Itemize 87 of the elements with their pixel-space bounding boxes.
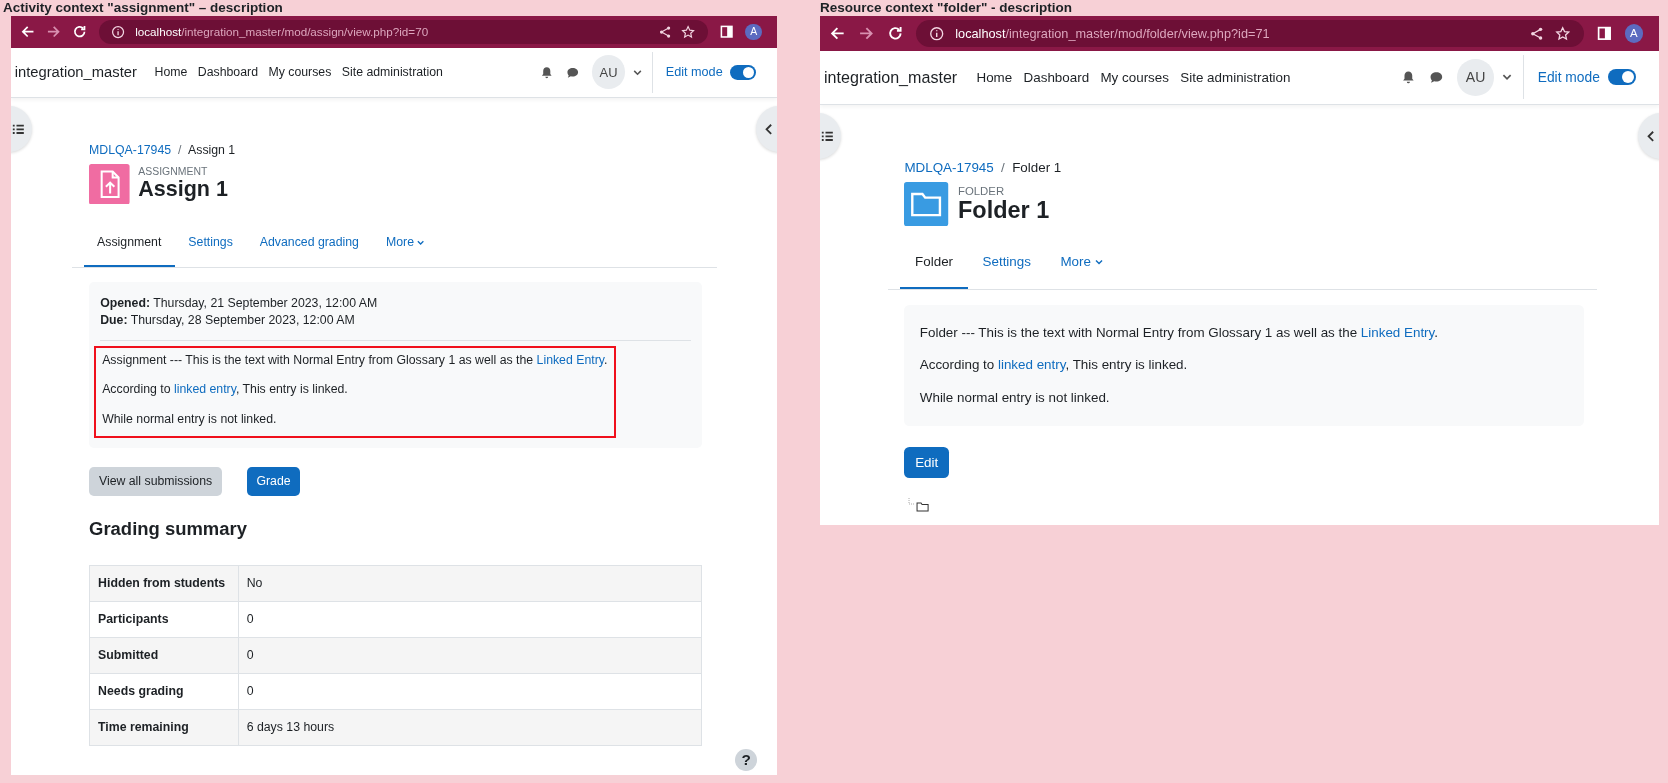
side-panel-icon[interactable]	[718, 24, 735, 40]
breadcrumb-link[interactable]: MDLQA-17945	[904, 159, 994, 175]
forward-arrow-icon[interactable]	[46, 24, 62, 40]
nav-link[interactable]: Dashboard	[197, 65, 258, 80]
table-header-cell: Time remaining	[89, 709, 239, 746]
table-header-cell: Needs grading	[89, 673, 239, 710]
bell-icon[interactable]	[540, 65, 554, 79]
description-paragraph: While normal entry is not linked.	[102, 411, 278, 427]
tab[interactable]: Advanced grading	[246, 222, 373, 268]
side-panel-icon[interactable]	[1595, 25, 1613, 42]
table-cell: 0	[238, 637, 702, 674]
tab[interactable]: Settings	[967, 241, 1046, 289]
reload-icon[interactable]	[72, 24, 88, 40]
breadcrumb-link[interactable]: MDLQA-17945	[89, 143, 172, 158]
description-paragraph: According to linked entry, This entry is linked.	[102, 382, 349, 398]
breadcrumb-current: Assign 1	[188, 143, 236, 158]
tab[interactable]: Folder	[900, 241, 968, 289]
page-title: Assign 1	[138, 177, 228, 202]
table-cell: 0	[238, 601, 702, 638]
glossary-link[interactable]: linked entry	[173, 382, 236, 397]
tab[interactable]: Assignment	[83, 222, 175, 268]
star-icon[interactable]	[681, 24, 696, 40]
user-avatar[interactable]: AU	[591, 55, 626, 90]
nav-link[interactable]: My courses	[268, 65, 332, 80]
share-icon[interactable]	[1528, 25, 1545, 42]
date-line: Due: Thursday, 28 September 2023, 12:00 AM	[100, 312, 356, 330]
edit-mode-toggle[interactable]	[1608, 69, 1637, 86]
address-bar[interactable]: localhost/integration_master/mod/assign/view.php?id=70	[98, 19, 708, 45]
table-header-cell: Participants	[89, 601, 239, 638]
folder-tree-icon[interactable]	[907, 496, 932, 513]
activity-type-label: FOLDER	[958, 184, 1006, 197]
bell-icon[interactable]	[1401, 69, 1416, 85]
info-icon[interactable]	[929, 25, 945, 42]
table-cell: No	[238, 565, 702, 602]
primary-button[interactable]: Grade	[246, 467, 301, 496]
nav-link[interactable]: Site administration	[341, 65, 443, 80]
tab[interactable]: Settings	[174, 222, 247, 268]
nav-link[interactable]: Home	[976, 69, 1013, 85]
breadcrumb-separator: /	[177, 143, 182, 158]
url-text: localhost/integration_master/mod/folder/view.php?id=71	[955, 25, 1270, 41]
profile-avatar[interactable]: A	[1624, 24, 1643, 43]
chat-bubble-icon[interactable]	[1429, 69, 1444, 85]
activity-type-label: ASSIGNMENT	[138, 166, 209, 178]
screenshot-caption: Resource context "folder" - description	[820, 0, 1074, 16]
tab[interactable]: More	[372, 222, 440, 268]
edit-mode-toggle[interactable]	[730, 64, 757, 80]
primary-button[interactable]: Edit	[904, 447, 949, 478]
table-cell: 0	[238, 673, 702, 710]
description-paragraph: While normal entry is not linked.	[919, 389, 1111, 406]
user-avatar[interactable]: AU	[1457, 59, 1494, 96]
description-paragraph: Assignment --- This is the text with Normal Entry from Glossary 1 as well as the Linked Entry.	[102, 352, 608, 368]
forward-arrow-icon[interactable]	[858, 25, 875, 42]
description-paragraph: Folder --- This is the text with Normal Entry from Glossary 1 as well as the Linked Entry.	[919, 325, 1439, 342]
back-arrow-icon[interactable]	[829, 25, 847, 42]
section-heading: Grading summary	[89, 517, 248, 540]
back-arrow-icon[interactable]	[19, 24, 35, 40]
address-bar[interactable]: localhost/integration_master/mod/folder/view.php?id=71	[915, 20, 1584, 47]
site-name[interactable]: integration_master	[14, 64, 137, 81]
nav-link[interactable]: Dashboard	[1023, 69, 1090, 85]
chat-bubble-icon[interactable]	[565, 65, 580, 79]
nav-link[interactable]: My courses	[1100, 69, 1169, 85]
description-paragraph: According to linked entry, This entry is linked.	[919, 357, 1189, 374]
site-name[interactable]: integration_master	[824, 67, 958, 87]
breadcrumb-separator: /	[1001, 159, 1005, 175]
star-icon[interactable]	[1554, 25, 1571, 42]
table-cell: 6 days 13 hours	[238, 709, 702, 746]
edit-mode-label[interactable]: Edit mode	[1537, 69, 1600, 85]
table-header-cell: Hidden from students	[89, 565, 239, 602]
page-title: Folder 1	[958, 196, 1050, 224]
share-icon[interactable]	[657, 24, 672, 40]
nav-link[interactable]: Home	[154, 65, 188, 80]
edit-mode-label[interactable]: Edit mode	[665, 65, 723, 80]
breadcrumb-current: Folder 1	[1012, 159, 1062, 175]
reload-icon[interactable]	[886, 25, 904, 42]
help-button[interactable]: ?	[735, 749, 757, 771]
nav-link[interactable]: Site administration	[1180, 69, 1291, 85]
date-line: Opened: Thursday, 21 September 2023, 12:00 AM	[100, 294, 379, 312]
table-header-cell: Submitted	[89, 637, 239, 674]
screenshot-caption: Activity context "assignment" – description	[3, 0, 284, 16]
assignment-upload-icon	[89, 163, 130, 205]
url-text: localhost/integration_master/mod/assign/view.php?id=70	[135, 25, 429, 39]
folder-icon	[904, 182, 949, 227]
secondary-button[interactable]: View all submissions	[89, 467, 222, 496]
tab[interactable]: More	[1045, 241, 1119, 289]
glossary-link[interactable]: Linked Entry	[536, 352, 604, 367]
profile-avatar[interactable]: A	[745, 23, 763, 41]
info-icon[interactable]	[111, 24, 126, 40]
